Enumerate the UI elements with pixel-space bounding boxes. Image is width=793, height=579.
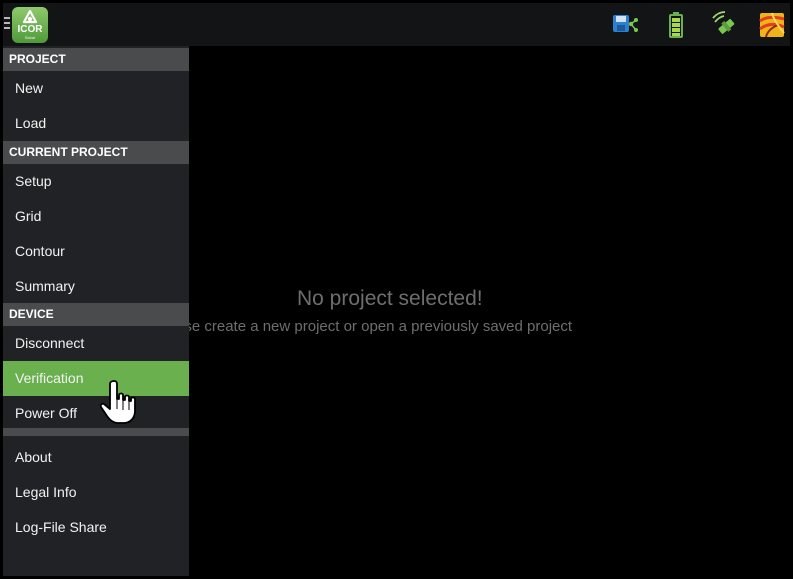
menu-item-about[interactable]: About: [3, 440, 189, 475]
logo-text: ICOR: [17, 24, 43, 35]
empty-state-title: No project selected!: [297, 287, 483, 310]
top-app-bar: ICOR Sabat: [3, 3, 790, 46]
menu-item-load[interactable]: Load: [3, 106, 189, 141]
menu-item-power-off[interactable]: Power Off: [3, 396, 189, 431]
section-header-current-project: CURRENT PROJECT: [3, 141, 189, 164]
menu-item-grid[interactable]: Grid: [3, 199, 189, 234]
navigation-drawer: PROJECT New Load CURRENT PROJECT Setup G…: [3, 46, 189, 576]
save-share-icon[interactable]: [610, 11, 638, 39]
menu-item-summary[interactable]: Summary: [3, 269, 189, 304]
menu-item-legal-info[interactable]: Legal Info: [3, 475, 189, 510]
app-logo[interactable]: ICOR Sabat: [12, 7, 48, 43]
empty-state-subtitle: ase create a new project or open a previ…: [189, 318, 573, 335]
menu-item-contour[interactable]: Contour: [3, 234, 189, 269]
section-divider: [3, 428, 189, 436]
menu-item-verification[interactable]: Verification: [3, 361, 189, 396]
hand-cursor-icon: [99, 380, 136, 424]
menu-item-setup[interactable]: Setup: [3, 164, 189, 199]
menu-icon[interactable]: [4, 17, 10, 31]
menu-item-new[interactable]: New: [3, 71, 189, 106]
section-header-project: PROJECT: [3, 48, 189, 71]
logo-icon: [22, 10, 38, 24]
satellite-signal-icon: [710, 11, 738, 39]
menu-item-log-file-share[interactable]: Log-File Share: [3, 510, 189, 545]
app-window: ICOR Sabat PROJECT New Load CURRENT PROJ…: [3, 3, 790, 576]
logo-subtext: Sabat: [24, 35, 36, 40]
map-layer-icon[interactable]: [758, 11, 786, 39]
menu-item-disconnect[interactable]: Disconnect: [3, 326, 189, 361]
main-content: No project selected! ase create a new pr…: [189, 46, 790, 576]
section-header-device: DEVICE: [3, 303, 189, 326]
battery-icon: [662, 11, 690, 39]
